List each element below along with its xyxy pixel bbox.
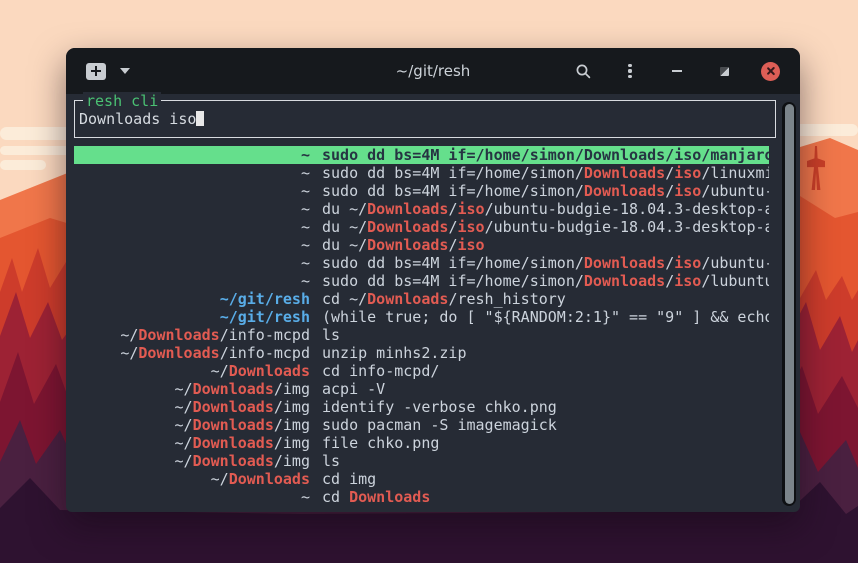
history-row[interactable]: ~/Downloads cd info-mcpd/ xyxy=(74,362,769,380)
close-button[interactable] xyxy=(761,62,780,81)
scrollbar-track[interactable] xyxy=(782,102,796,506)
row-command: sudo dd bs=4M if=/home/simon/Downloads/i… xyxy=(322,146,769,164)
titlebar: ~/git/resh xyxy=(66,48,800,94)
history-row[interactable]: ~ sudo dd bs=4M if=/home/simon/Downloads/… xyxy=(74,146,769,164)
history-row[interactable]: ~ sudo dd bs=4M if=/home/simon/Downloads/… xyxy=(74,182,769,200)
row-command: du ~/Downloads/iso/ubuntu-budgie-18.04.3… xyxy=(322,218,769,236)
row-command: sudo pacman -S imagemagick xyxy=(322,416,769,434)
row-command: cd info-mcpd/ xyxy=(322,362,769,380)
row-directory: ~/git/resh xyxy=(74,290,310,308)
row-command: sudo dd bs=4M if=/home/simon/Downloads/i… xyxy=(322,272,769,290)
desktop: ~/git/resh resh cli Downloads iso ~s xyxy=(0,0,858,563)
history-row[interactable]: ~ du ~/Downloads/iso xyxy=(74,236,769,254)
row-directory: ~ xyxy=(74,218,310,236)
search-query-line[interactable]: Downloads iso xyxy=(75,101,775,128)
new-tab-button[interactable] xyxy=(86,63,106,80)
history-row[interactable]: ~/Downloads cd img xyxy=(74,470,769,488)
history-row[interactable]: ~/git/resh cd ~/Downloads/resh_history xyxy=(74,290,769,308)
titlebar-left-group xyxy=(86,63,130,80)
menu-kebab-icon[interactable] xyxy=(620,61,640,81)
history-row[interactable]: ~ cd Downloads xyxy=(74,488,769,506)
row-directory: ~/Downloads/info-mcpd xyxy=(74,326,310,344)
restore-button[interactable] xyxy=(714,61,734,81)
row-command: unzip minhs2.zip xyxy=(322,344,769,362)
titlebar-right-group xyxy=(573,61,780,81)
row-command: sudo dd bs=4M if=/home/simon/Downloads/i… xyxy=(322,254,769,272)
row-command: sudo dd bs=4M if=/home/simon/Downloads/i… xyxy=(322,182,769,200)
history-row[interactable]: ~/Downloads/img sudo pacman -S imagemagic… xyxy=(74,416,769,434)
history-row[interactable]: ~/Downloads/info-mcpd unzip minhs2.zip xyxy=(74,344,769,362)
row-directory: ~/Downloads/info-mcpd xyxy=(74,344,310,362)
history-row[interactable]: ~/Downloads/img identify -verbose chko.pn… xyxy=(74,398,769,416)
row-directory: ~ xyxy=(74,164,310,182)
window-title: ~/git/resh xyxy=(396,62,471,80)
search-icon[interactable] xyxy=(573,61,593,81)
row-command: cd Downloads xyxy=(322,488,769,506)
history-row[interactable]: ~/Downloads/img ls xyxy=(74,452,769,470)
history-row[interactable]: ~ sudo dd bs=4M if=/home/simon/Downloads/… xyxy=(74,272,769,290)
row-directory: ~ xyxy=(74,146,310,164)
history-row[interactable]: ~ du ~/Downloads/iso/ubuntu-budgie-18.04.… xyxy=(74,200,769,218)
row-directory: ~/Downloads/img xyxy=(74,434,310,452)
resh-search-box[interactable]: resh cli Downloads iso xyxy=(74,100,776,138)
row-command: file chko.png xyxy=(322,434,769,452)
row-directory: ~/Downloads/img xyxy=(74,380,310,398)
row-directory: ~ xyxy=(74,200,310,218)
row-command: cd ~/Downloads/resh_history xyxy=(322,290,769,308)
row-command: identify -verbose chko.png xyxy=(322,398,769,416)
history-row[interactable]: ~/git/resh (while true; do [ "${RANDOM:2:… xyxy=(74,308,769,326)
history-row[interactable]: ~ du ~/Downloads/iso/ubuntu-budgie-18.04.… xyxy=(74,218,769,236)
scrollbar-handle[interactable] xyxy=(785,104,794,504)
terminal-content: resh cli Downloads iso ~ sudo dd bs=4M if… xyxy=(66,94,800,512)
row-command: cd img xyxy=(322,470,769,488)
row-directory: ~ xyxy=(74,272,310,290)
wallpaper-cloud xyxy=(0,160,46,170)
row-directory: ~ xyxy=(74,488,310,506)
row-directory: ~ xyxy=(74,236,310,254)
row-command: acpi -V xyxy=(322,380,769,398)
row-directory: ~/Downloads/img xyxy=(74,452,310,470)
history-row[interactable]: ~ sudo dd bs=4M if=/home/simon/Downloads/… xyxy=(74,254,769,272)
row-directory: ~ xyxy=(74,182,310,200)
row-directory: ~/Downloads/img xyxy=(74,416,310,434)
row-command: ls xyxy=(322,452,769,470)
row-directory: ~/git/resh xyxy=(74,308,310,326)
chevron-down-icon[interactable] xyxy=(120,68,130,74)
search-query-text: Downloads iso xyxy=(79,110,196,128)
resh-cli-label: resh cli xyxy=(83,92,161,110)
row-command: (while true; do [ "${RANDOM:2:1}" == "9"… xyxy=(322,308,769,326)
terminal-window: ~/git/resh resh cli Downloads iso ~s xyxy=(66,48,800,512)
history-row[interactable]: ~ sudo dd bs=4M if=/home/simon/Downloads/… xyxy=(74,164,769,182)
row-command: du ~/Downloads/iso xyxy=(322,236,769,254)
row-directory: ~ xyxy=(74,254,310,272)
row-command: ls xyxy=(322,326,769,344)
text-cursor xyxy=(196,111,204,126)
row-directory: ~/Downloads/img xyxy=(74,398,310,416)
minimize-button[interactable] xyxy=(667,61,687,81)
row-directory: ~/Downloads xyxy=(74,362,310,380)
history-row[interactable]: ~/Downloads/img acpi -V xyxy=(74,380,769,398)
row-directory: ~/Downloads xyxy=(74,470,310,488)
row-command: sudo dd bs=4M if=/home/simon/Downloads/i… xyxy=(322,164,769,182)
history-row[interactable]: ~/Downloads/info-mcpd ls xyxy=(74,326,769,344)
history-list: ~ sudo dd bs=4M if=/home/simon/Downloads/… xyxy=(74,146,769,506)
history-row[interactable]: ~/Downloads/img file chko.png xyxy=(74,434,769,452)
row-command: du ~/Downloads/iso/ubuntu-budgie-18.04.3… xyxy=(322,200,769,218)
